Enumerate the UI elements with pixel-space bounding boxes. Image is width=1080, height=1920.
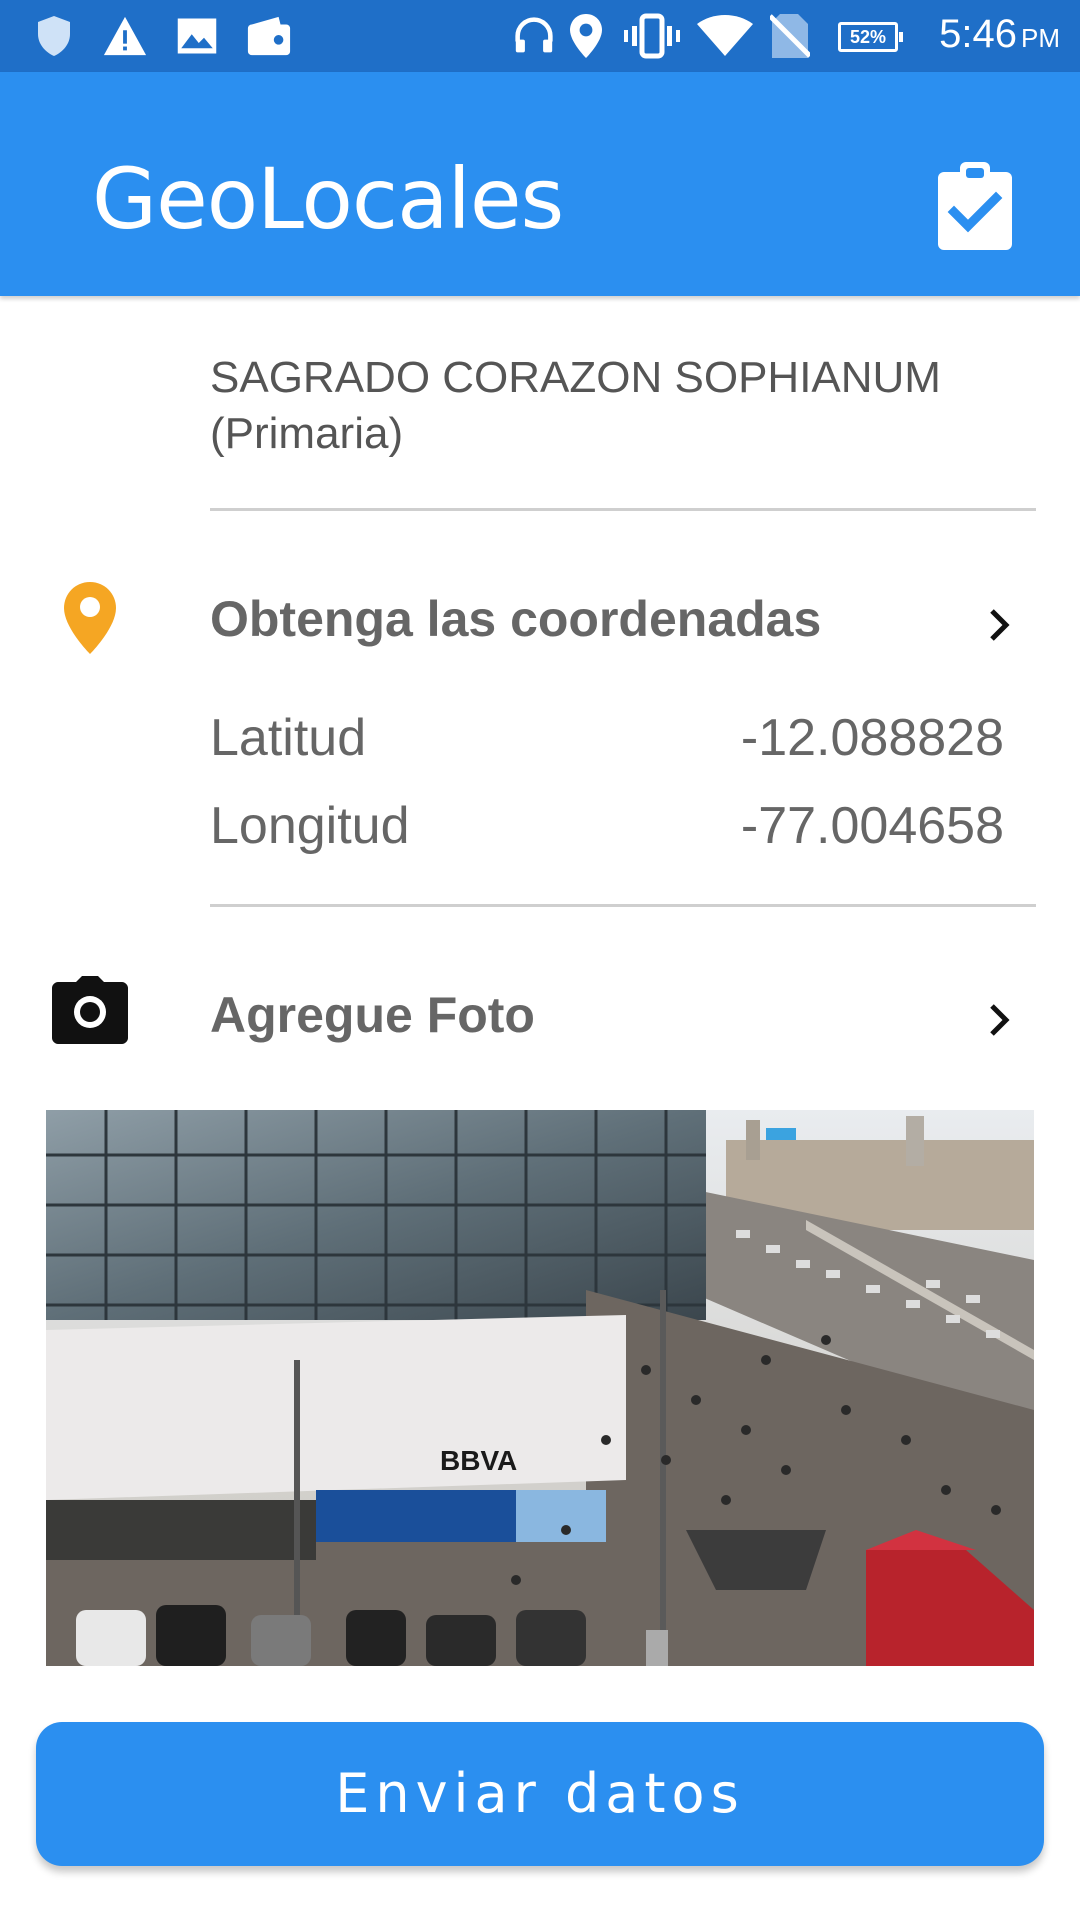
location-icon [570,14,602,58]
latitude-value: -12.088828 [740,709,1004,767]
headset-icon [515,17,553,53]
warning-icon [103,16,147,56]
vibrate-icon [624,13,680,59]
school-level-text: (Primaria) [210,409,404,458]
clock: 5:46 PM [939,12,1060,57]
shield-icon [38,16,70,56]
clipboard-check-button[interactable] [938,162,1012,250]
app-bar: GeoLocales [0,72,1080,296]
get-coordinates-button[interactable]: Obtenga las coordenadas [210,590,821,648]
image-icon [177,18,217,54]
no-sim-icon [770,14,810,58]
status-bar: 52% 5:46 PM [0,0,1080,72]
divider [210,904,1036,907]
battery-icon: 52% [838,22,903,52]
longitude-label: Longitud [210,797,410,855]
clipboard-check-icon [938,162,1012,250]
camera-icon [52,976,128,1044]
captured-photo: BBVA [46,1110,1034,1666]
latitude-label: Latitud [210,709,367,767]
app-title: GeoLocales [92,150,564,248]
location-pin-icon [64,582,116,654]
wallet-icon [247,16,291,56]
school-name: SAGRADO CORAZON SOPHIANUM (Primaria) [210,350,1030,462]
street-scene-image: BBVA [46,1110,1034,1666]
longitude-value: -77.004658 [740,797,1004,855]
school-name-text: SAGRADO CORAZON SOPHIANUM [210,353,941,402]
wifi-icon [697,15,753,56]
divider [210,508,1036,511]
send-data-button[interactable]: Enviar datos [36,1722,1044,1866]
add-photo-button[interactable]: Agregue Foto [210,986,535,1044]
clock-time: 5:46 [939,12,1017,56]
chevron-right-icon[interactable] [980,605,1020,645]
photo-sign: BBVA [440,1445,517,1476]
chevron-right-icon[interactable] [980,1000,1020,1040]
clock-ampm: PM [1021,23,1060,53]
